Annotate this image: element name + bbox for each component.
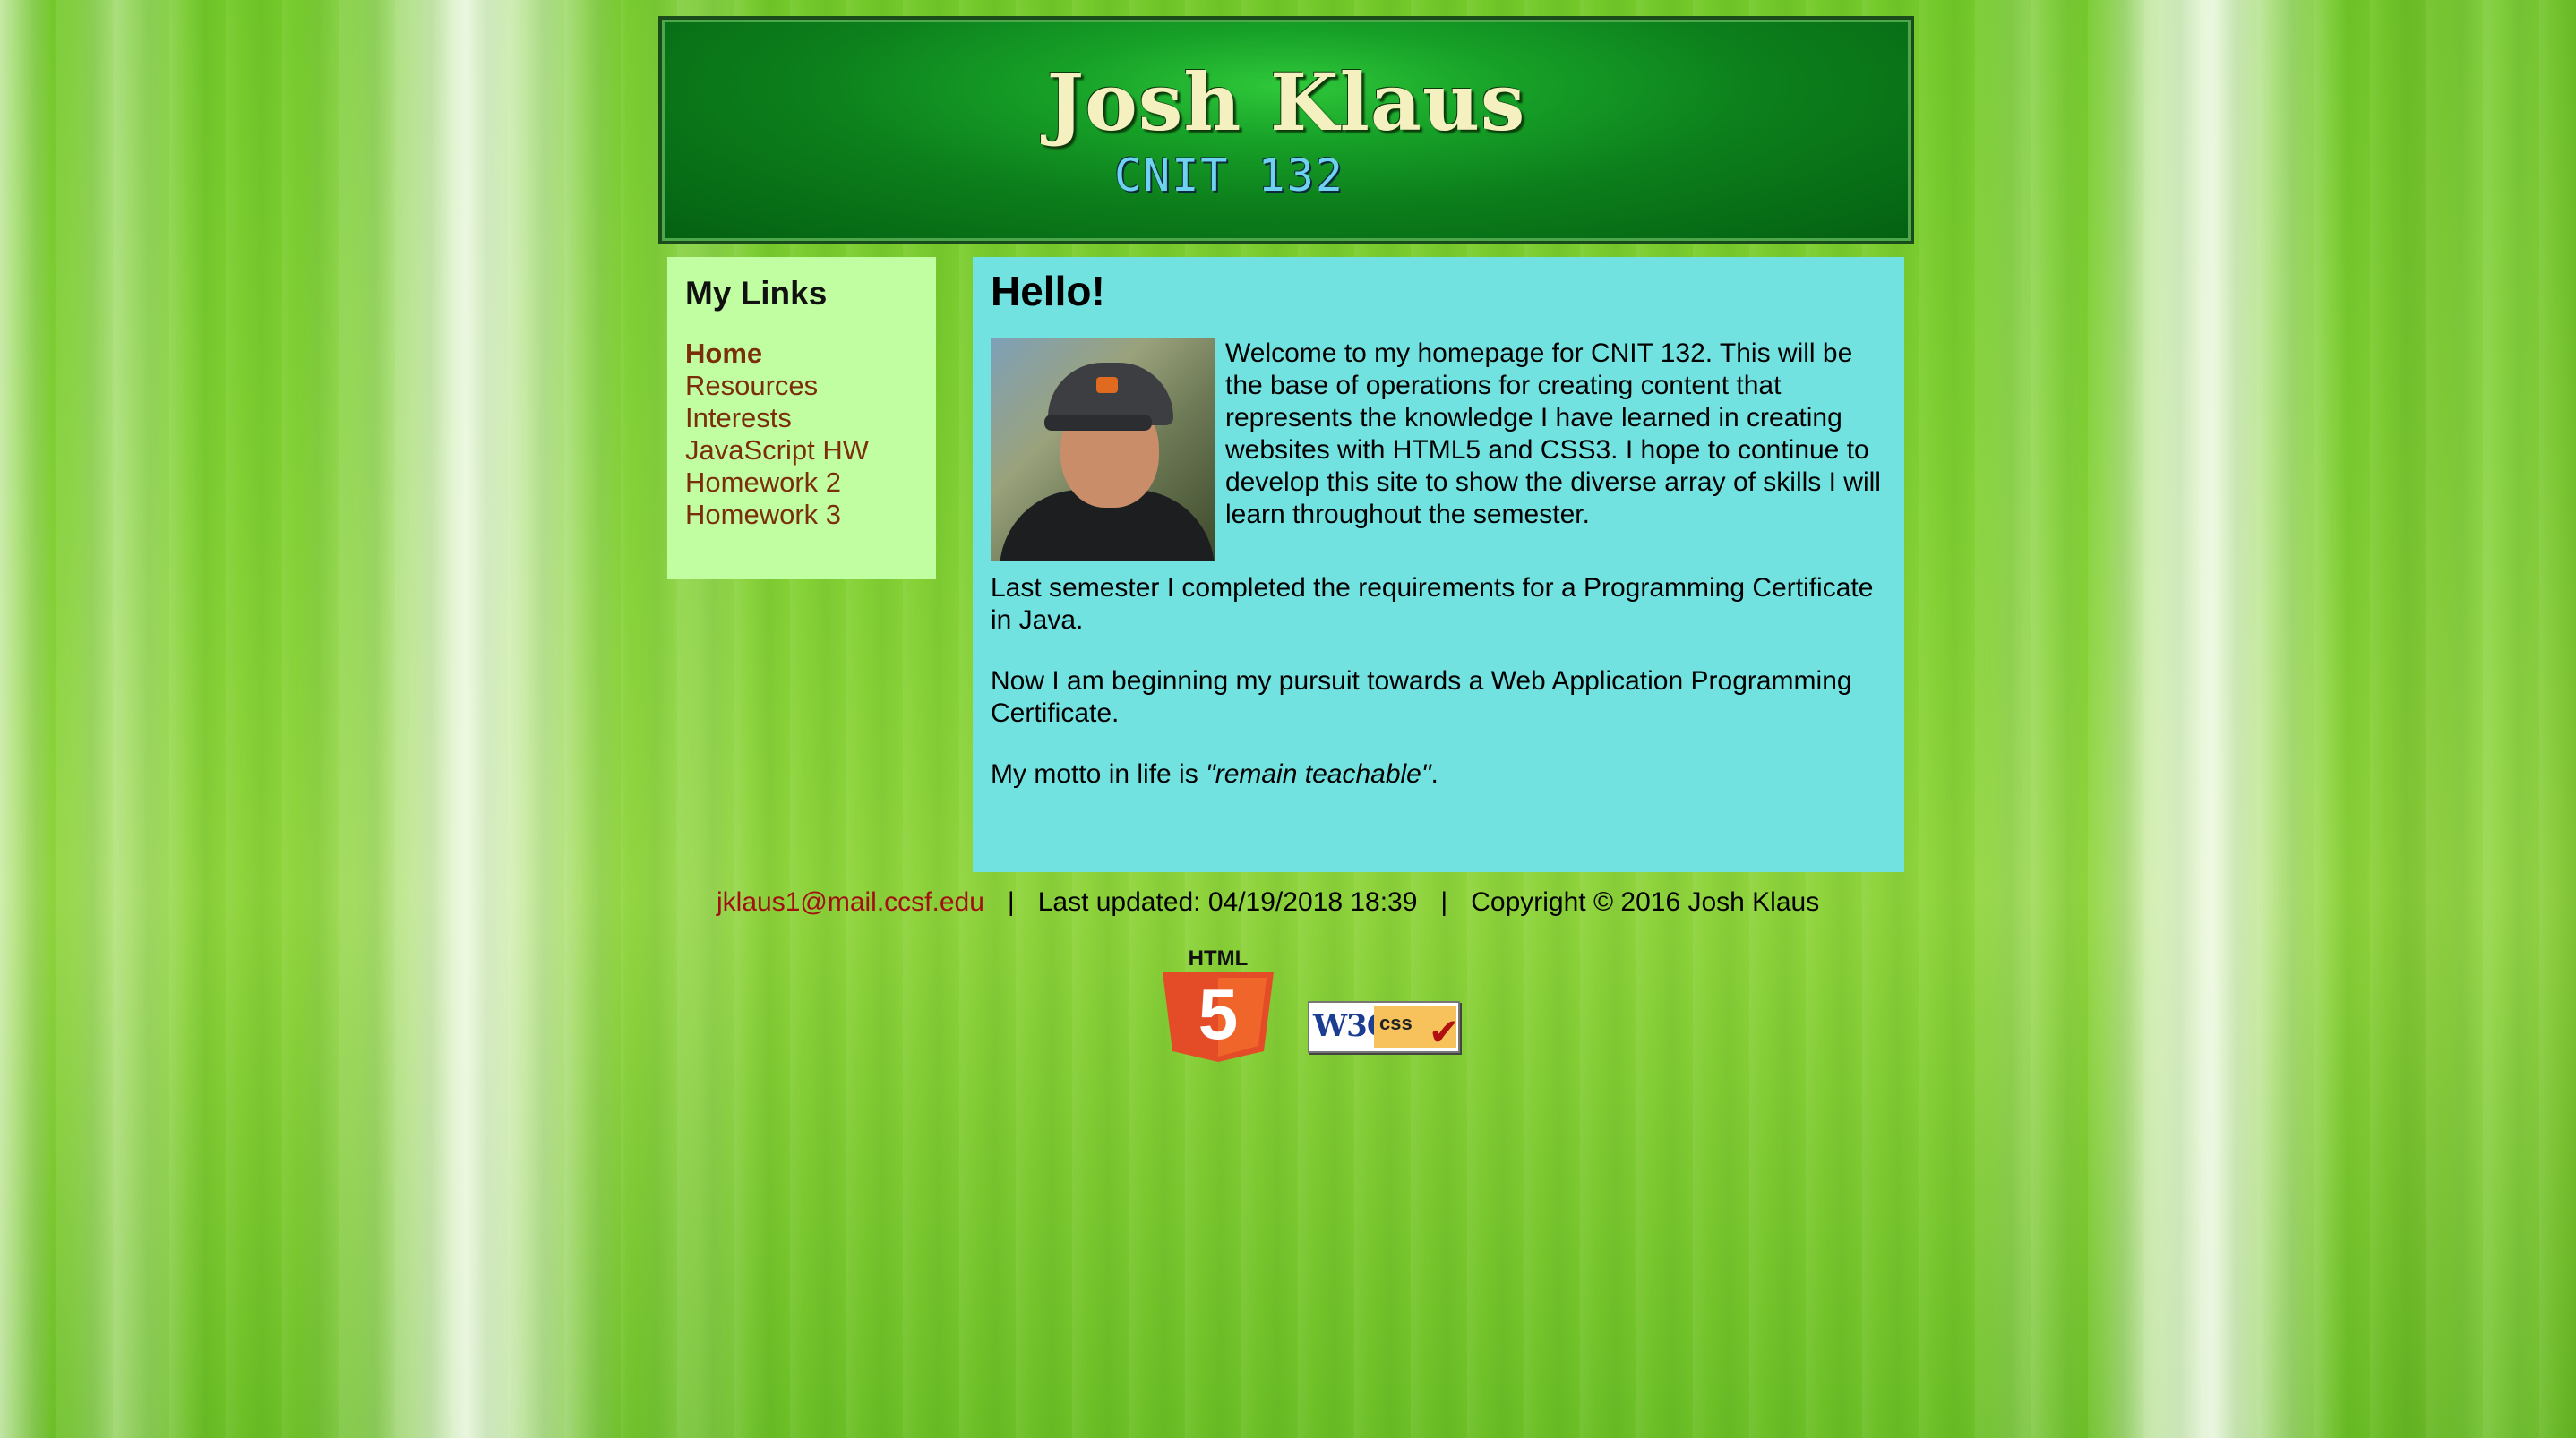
motto-suffix: . [1430, 759, 1438, 789]
sidebar-item-interests: Interests [685, 402, 918, 434]
motto-prefix: My motto in life is [991, 759, 1206, 789]
css-label: css [1379, 1012, 1413, 1034]
homework-2-link[interactable]: Homework 2 [685, 466, 841, 498]
html5-badge-icon[interactable]: HTML 5 [1155, 946, 1281, 1062]
site-header: Josh Klaus CNIT 132 [658, 16, 1914, 244]
sidebar-links: Home Resources Interests JavaScript HW H… [685, 338, 918, 531]
copyright: Copyright © 2016 Josh Klaus [1471, 887, 1820, 917]
svg-text:5: 5 [1198, 974, 1239, 1054]
home-link[interactable]: Home [685, 338, 762, 369]
site-title: Josh Klaus [1046, 56, 1526, 149]
resources-link[interactable]: Resources [685, 370, 818, 401]
sidebar-item-homework-2: Homework 2 [685, 466, 918, 499]
pursuit-paragraph: Now I am beginning my pursuit towards a … [991, 666, 1852, 728]
main-content: Hello! Welcome to my homepage for CNIT 1… [973, 257, 1904, 872]
sidebar-heading: My Links [685, 275, 828, 312]
email-link[interactable]: jklaus1@mail.ccsf.edu [717, 887, 984, 917]
motto-text: "remain teachable" [1206, 759, 1431, 789]
homework-3-link[interactable]: Homework 3 [685, 499, 841, 530]
motto-paragraph: My motto in life is "remain teachable". [991, 758, 1886, 791]
footer-separator: | [1440, 887, 1448, 917]
css-box: css ✔ [1374, 1006, 1460, 1051]
profile-photo [991, 338, 1215, 561]
sidebar: My Links Home Resources Interests JavaSc… [667, 257, 936, 579]
sidebar-item-home: Home [685, 338, 918, 370]
last-updated: Last updated: 04/19/2018 18:39 [1037, 887, 1418, 917]
checkmark-icon: ✔ [1428, 1011, 1460, 1053]
svg-text:HTML: HTML [1189, 946, 1249, 971]
javascript-hw-link[interactable]: JavaScript HW [685, 434, 869, 466]
w3c-css-badge[interactable]: W3C css ✔ [1308, 1001, 1460, 1053]
sidebar-item-javascript-hw: JavaScript HW [685, 434, 918, 466]
interests-link[interactable]: Interests [685, 402, 792, 433]
page-title: Hello! [991, 268, 1105, 314]
site-subtitle: CNIT 132 [1114, 150, 1344, 201]
certificate-paragraph: Last semester I completed the requiremen… [991, 573, 1874, 635]
sidebar-item-resources: Resources [685, 370, 918, 402]
sidebar-item-homework-3: Homework 3 [685, 499, 918, 531]
footer-separator: | [1007, 887, 1015, 917]
site-footer: jklaus1@mail.ccsf.edu | Last updated: 04/1… [717, 887, 1899, 918]
